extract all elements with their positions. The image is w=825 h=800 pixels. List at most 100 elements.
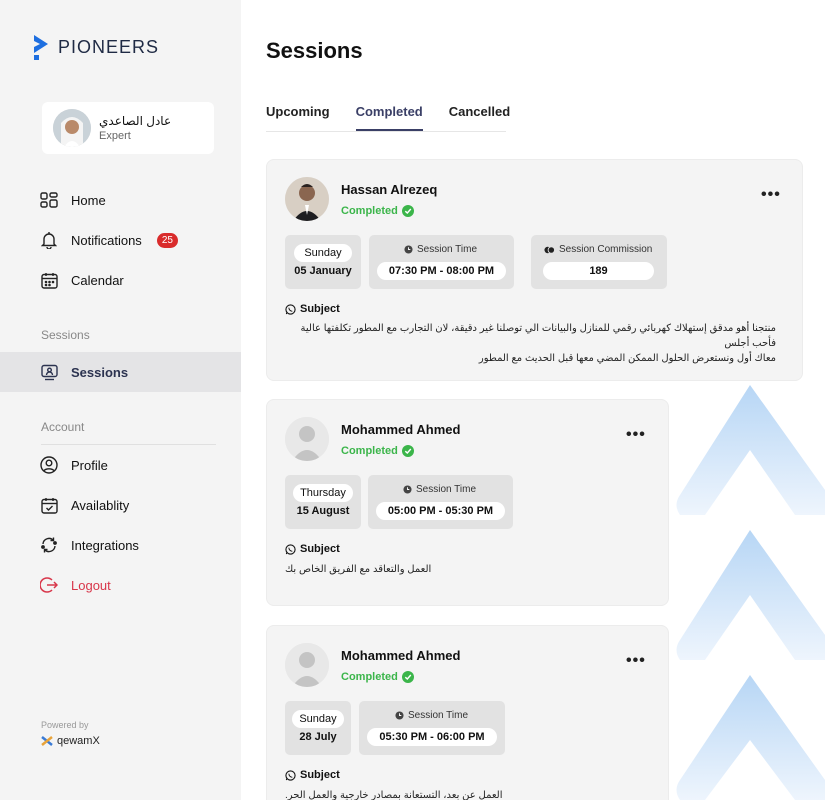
background-chevron-decoration xyxy=(676,385,825,800)
nav-integrations[interactable]: Integrations xyxy=(0,525,241,565)
subject-label: Subject xyxy=(300,303,340,315)
session-card[interactable]: Mohammed Ahmed Completed ••• Thursday 15… xyxy=(266,399,669,606)
home-grid-icon xyxy=(40,191,58,209)
user-avatar xyxy=(53,109,91,147)
sessions-monitor-icon xyxy=(40,363,58,381)
commission-label-wrap: Session Commission xyxy=(544,244,652,255)
nav-profile-label: Profile xyxy=(71,457,108,473)
time-box: Session Time 05:00 PM - 05:30 PM xyxy=(368,475,513,529)
status-completed: Completed xyxy=(341,205,414,217)
session-time-value: 05:30 PM - 06:00 PM xyxy=(367,728,497,746)
day-pill: Sunday xyxy=(292,710,344,728)
bell-icon xyxy=(40,231,58,249)
session-time-value: 05:00 PM - 05:30 PM xyxy=(376,502,505,520)
nav-integrations-label: Integrations xyxy=(71,537,139,553)
nav-home-label: Home xyxy=(71,192,106,208)
subject-text-line: معاك أول ونستعرض الحلول الممكن المضي معه… xyxy=(478,353,776,364)
attendee-name: Mohammed Ahmed xyxy=(341,422,461,437)
nav-calendar-label: Calendar xyxy=(71,272,124,288)
session-card[interactable]: Hassan Alrezeq Completed ••• Sunday 05 J… xyxy=(266,159,803,381)
clock-icon xyxy=(404,245,413,254)
attendee-name: Mohammed Ahmed xyxy=(341,648,461,663)
calendar-check-icon xyxy=(40,496,58,514)
session-time-label: Session Time xyxy=(416,484,477,495)
brand-name: PIONEERS xyxy=(58,36,160,57)
check-circle-icon xyxy=(401,445,414,457)
nav-availability[interactable]: Availablity xyxy=(0,485,241,525)
qewamx-logo-icon xyxy=(41,736,53,746)
attendee-avatar-placeholder xyxy=(285,643,329,687)
whatsapp-icon xyxy=(285,769,296,781)
brand-logo[interactable]: PIONEERS xyxy=(32,34,159,60)
session-date: 15 August xyxy=(296,505,350,517)
attendee-name: Hassan Alrezeq xyxy=(341,182,438,197)
section-label-account: Account xyxy=(41,420,85,434)
commission-box: Session Commission 189 xyxy=(531,235,667,289)
integrations-sync-icon xyxy=(40,536,58,554)
whatsapp-icon xyxy=(285,543,296,555)
subject-heading: Subject xyxy=(285,303,340,315)
nav-logout-label: Logout xyxy=(71,577,111,593)
nav-calendar[interactable]: Calendar xyxy=(0,260,241,300)
status-label: Completed xyxy=(341,445,398,457)
more-options-icon[interactable]: ••• xyxy=(626,426,646,444)
commission-value: 189 xyxy=(543,262,654,280)
session-date: 28 July xyxy=(299,731,337,743)
status-completed: Completed xyxy=(341,445,414,457)
whatsapp-icon xyxy=(285,303,296,315)
subject-text-line: منتجنا أهو مدقق إستهلاك كهربائي رقمي للم… xyxy=(300,323,776,349)
more-options-icon[interactable]: ••• xyxy=(761,186,781,204)
pioneers-logo-icon xyxy=(34,35,48,60)
subject-heading: Subject xyxy=(285,769,340,781)
clock-icon xyxy=(403,485,412,494)
status-label: Completed xyxy=(341,205,398,217)
nav-home[interactable]: Home xyxy=(0,180,241,220)
nav-profile[interactable]: Profile xyxy=(0,445,241,485)
session-date: 05 January xyxy=(294,265,352,277)
nav-sessions[interactable]: Sessions xyxy=(0,352,241,392)
subject-heading: Subject xyxy=(285,543,340,555)
calendar-icon xyxy=(40,271,58,289)
subject-text: منتجنا أهو مدقق إستهلاك كهربائي رقمي للم… xyxy=(276,321,776,366)
section-label-sessions: Sessions xyxy=(41,328,90,342)
session-tabs: Upcoming Completed Cancelled xyxy=(266,104,536,131)
more-options-icon[interactable]: ••• xyxy=(626,652,646,670)
coins-icon xyxy=(544,245,555,254)
subject-text: العمل والتعاقد مع الفريق الخاص بك xyxy=(285,564,432,575)
session-time-value: 07:30 PM - 08:00 PM xyxy=(377,262,506,280)
time-box: Session Time 05:30 PM - 06:00 PM xyxy=(359,701,505,755)
powered-by-label: Powered by xyxy=(41,720,89,730)
status-label: Completed xyxy=(341,671,398,683)
user-circle-icon xyxy=(40,456,58,474)
status-completed: Completed xyxy=(341,671,414,683)
subject-label: Subject xyxy=(300,769,340,781)
nav-notifications[interactable]: Notifications 25 xyxy=(0,220,241,260)
date-box: Thursday 15 August xyxy=(285,475,361,529)
date-box: Sunday 28 July xyxy=(285,701,351,755)
clock-icon xyxy=(395,711,404,720)
session-time-label-wrap: Session Time xyxy=(403,484,476,495)
check-circle-icon xyxy=(401,671,414,683)
logout-icon xyxy=(40,576,58,594)
tab-upcoming[interactable]: Upcoming xyxy=(266,104,330,131)
page-title: Sessions xyxy=(266,38,363,63)
attendee-avatar-placeholder xyxy=(285,417,329,461)
user-name: عادل الصاعدي xyxy=(99,114,172,128)
nav-availability-label: Availablity xyxy=(71,497,130,513)
subject-label: Subject xyxy=(300,543,340,555)
session-time-label: Session Time xyxy=(417,244,478,255)
session-time-label: Session Time xyxy=(408,710,469,721)
tab-cancelled[interactable]: Cancelled xyxy=(449,104,510,131)
vendor-logo: qewamX xyxy=(41,735,100,747)
profile-card[interactable]: عادل الصاعدي Expert xyxy=(42,102,214,154)
tabs-divider xyxy=(266,131,506,132)
session-card[interactable]: Mohammed Ahmed Completed ••• Sunday 28 J… xyxy=(266,625,669,800)
notifications-count-badge: 25 xyxy=(156,232,178,248)
nav-notifications-label: Notifications xyxy=(71,232,142,248)
tab-completed[interactable]: Completed xyxy=(355,104,423,131)
time-box: Session Time 07:30 PM - 08:00 PM xyxy=(369,235,514,289)
date-box: Sunday 05 January xyxy=(285,235,361,289)
day-pill: Thursday xyxy=(293,484,353,502)
session-time-label-wrap: Session Time xyxy=(404,244,477,255)
nav-logout[interactable]: Logout xyxy=(0,565,241,605)
